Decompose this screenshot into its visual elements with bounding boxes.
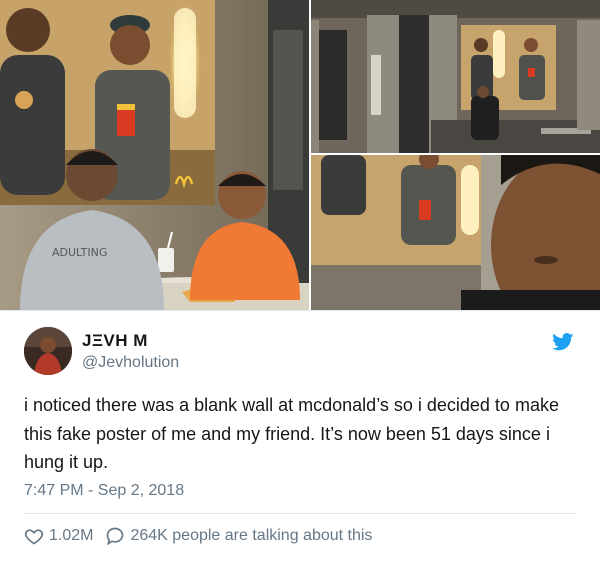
tweet-text: i noticed there was a blank wall at mcdo… — [24, 395, 559, 472]
shirt-print: ADULTING — [52, 246, 107, 259]
tweet-actions: 1.02M 264K people are talking about this — [24, 523, 372, 549]
photo-wide-graphic — [311, 0, 600, 153]
tweet-timestamp[interactable]: 7:47 PM - Sep 2, 2018 — [24, 482, 184, 500]
like-count: 1.02M — [49, 527, 94, 544]
reply-button[interactable]: 264K people are talking about this — [105, 526, 372, 546]
user-handle[interactable]: @Jevholution — [82, 354, 179, 372]
photo-wide-restaurant[interactable] — [311, 0, 600, 153]
like-button[interactable]: 1.02M — [24, 526, 93, 546]
tweet-divider — [24, 513, 576, 514]
avatar[interactable] — [24, 327, 72, 375]
talking-count: 264K people are talking about this — [130, 527, 373, 544]
photo-selfie-graphic — [311, 155, 600, 310]
tweet-card: ADULTING JΞVH M @Jevholution i noticed t… — [0, 0, 600, 560]
photo-collage: ADULTING — [0, 0, 600, 310]
photo-main-two-friends[interactable]: ADULTING — [0, 0, 309, 310]
tweet-header: JΞVH M @Jevholution — [24, 327, 576, 377]
display-name[interactable]: JΞVH M — [82, 331, 148, 351]
speech-bubble-icon — [107, 527, 124, 546]
tweet: JΞVH M @Jevholution i noticed there was … — [0, 310, 600, 561]
heart-icon — [24, 529, 44, 545]
photo-main-graphic: ADULTING — [0, 0, 309, 310]
twitter-bird-icon[interactable] — [552, 333, 574, 351]
avatar-graphic — [24, 327, 72, 375]
photo-selfie[interactable] — [311, 155, 600, 310]
